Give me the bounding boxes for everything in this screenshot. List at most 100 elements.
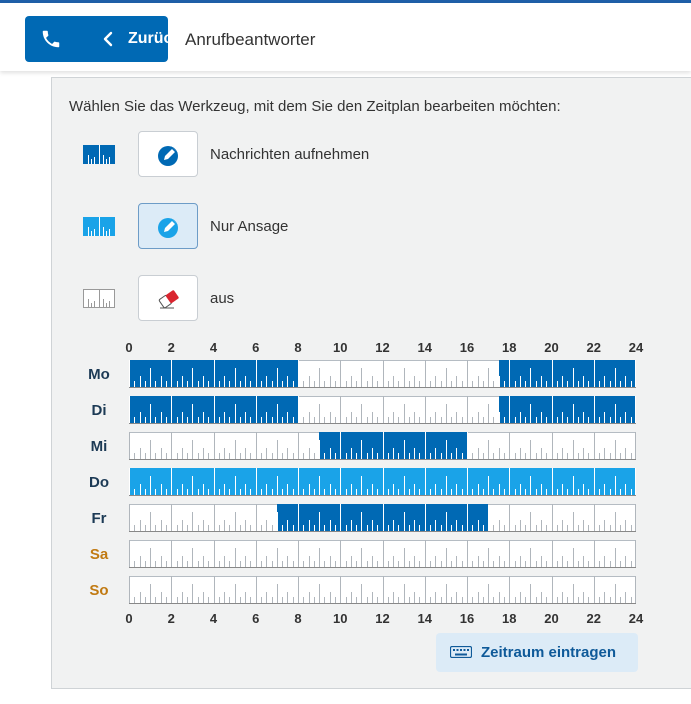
time-tick xyxy=(403,512,405,532)
day-label: Mo xyxy=(88,366,110,383)
time-tick xyxy=(340,468,342,496)
top-hour-label: 8 xyxy=(294,340,302,355)
time-tick xyxy=(467,360,468,388)
top-hour-label: 16 xyxy=(459,340,475,355)
time-tick xyxy=(298,396,299,424)
time-tick xyxy=(234,404,236,424)
time-tick xyxy=(467,396,468,424)
time-tick xyxy=(635,468,636,496)
time-tick xyxy=(234,512,236,532)
time-tick xyxy=(340,432,342,460)
time-tick xyxy=(467,576,468,604)
row-baseline xyxy=(129,459,636,460)
time-tick xyxy=(234,548,236,568)
time-tick xyxy=(551,468,553,496)
announce-tool-button[interactable] xyxy=(138,203,198,249)
record-tool-button[interactable] xyxy=(138,131,198,177)
time-tick xyxy=(255,360,257,388)
time-tick xyxy=(488,404,490,424)
time-tick xyxy=(213,396,215,424)
time-tick xyxy=(572,476,574,496)
day-row-do[interactable] xyxy=(129,468,636,496)
time-tick xyxy=(192,368,194,388)
day-row-fr[interactable] xyxy=(129,504,636,532)
day-row-sa[interactable] xyxy=(129,540,636,568)
time-tick xyxy=(298,432,299,460)
day-row-di[interactable] xyxy=(129,396,636,424)
time-tick xyxy=(593,432,595,460)
time-tick xyxy=(551,540,553,568)
bottom-hour-label: 20 xyxy=(544,611,559,626)
time-tick xyxy=(234,440,236,460)
time-tick xyxy=(255,468,257,496)
instructions-text: Wählen Sie das Werkzeug, mit dem Sie den… xyxy=(69,98,561,115)
time-tick xyxy=(255,396,257,424)
top-hour-label: 0 xyxy=(125,340,133,355)
time-tick xyxy=(445,584,447,604)
back-button[interactable]: Zurück xyxy=(25,16,181,62)
time-tick xyxy=(340,360,342,388)
time-tick xyxy=(298,468,299,496)
time-tick xyxy=(614,512,616,532)
time-tick xyxy=(276,548,278,568)
time-tick xyxy=(129,504,130,532)
tool-row-record: Nachrichten aufnehmen xyxy=(0,131,691,179)
time-tick xyxy=(361,368,363,388)
time-tick xyxy=(213,360,215,388)
time-tick xyxy=(614,368,616,388)
top-hour-label: 12 xyxy=(375,340,390,355)
day-label: Sa xyxy=(89,546,109,563)
day-label: Fr xyxy=(91,510,107,527)
announce-tool-label: Nur Ansage xyxy=(210,218,289,235)
time-tick xyxy=(614,476,616,496)
top-hour-label: 4 xyxy=(209,340,218,355)
time-tick xyxy=(635,540,636,568)
time-tick xyxy=(445,404,447,424)
time-tick xyxy=(192,512,194,532)
day-row-mo[interactable] xyxy=(129,360,636,388)
time-tick xyxy=(403,476,405,496)
time-tick xyxy=(192,440,194,460)
bottom-hour-label: 4 xyxy=(209,611,218,626)
time-tick xyxy=(276,368,278,388)
time-tick xyxy=(488,476,490,496)
time-tick xyxy=(403,368,405,388)
time-tick xyxy=(129,540,130,568)
time-tick xyxy=(530,512,532,532)
time-tick xyxy=(319,476,321,496)
time-tick xyxy=(488,548,490,568)
day-row-so[interactable] xyxy=(129,576,636,604)
time-tick xyxy=(171,504,173,532)
time-tick xyxy=(551,396,553,424)
top-hour-label: 2 xyxy=(167,340,175,355)
time-tick xyxy=(593,396,595,424)
time-tick xyxy=(530,476,532,496)
time-tick xyxy=(509,540,511,568)
bottom-hour-label: 18 xyxy=(502,611,517,626)
time-tick xyxy=(488,368,490,388)
bottom-hour-label: 2 xyxy=(167,611,175,626)
time-tick xyxy=(635,504,636,532)
time-tick xyxy=(635,396,636,424)
day-label: Di xyxy=(91,402,107,419)
time-tick xyxy=(551,432,553,460)
time-tick xyxy=(530,404,532,424)
off-tool-button[interactable] xyxy=(138,275,198,321)
time-tick xyxy=(572,548,574,568)
time-tick xyxy=(424,576,426,604)
time-tick xyxy=(129,576,130,604)
day-label: So xyxy=(89,582,109,599)
row-baseline xyxy=(129,423,636,424)
time-tick xyxy=(467,540,468,568)
time-tick xyxy=(403,440,405,460)
bottom-hour-label: 6 xyxy=(252,611,260,626)
time-tick xyxy=(403,404,405,424)
row-baseline xyxy=(129,387,636,388)
day-row-mi[interactable] xyxy=(129,432,636,460)
time-tick xyxy=(213,432,215,460)
enter-period-button[interactable]: Zeitraum eintragen xyxy=(436,633,638,672)
time-tick xyxy=(150,548,152,568)
time-tick xyxy=(298,504,299,532)
time-tick xyxy=(192,584,194,604)
time-tick xyxy=(572,584,574,604)
